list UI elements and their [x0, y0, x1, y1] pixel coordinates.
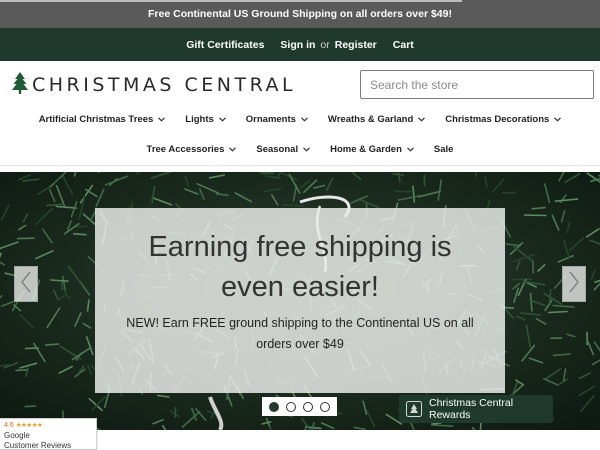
chevron-down-icon [300, 116, 308, 122]
nav-item-lights[interactable]: Lights [185, 114, 226, 125]
carousel-dot[interactable] [269, 401, 280, 412]
nav-item-label: Home & Garden [330, 143, 402, 155]
chevron-down-icon [418, 116, 426, 122]
star-rating-icon: ★★★★★ [15, 422, 43, 429]
carousel-dot[interactable] [302, 401, 313, 412]
sign-in-link[interactable]: Sign in [280, 39, 315, 51]
chevron-down-icon [303, 146, 311, 152]
chevron-down-icon [406, 146, 414, 152]
gift-certificates-link[interactable]: Gift Certificates [186, 39, 264, 51]
google-reviews-label: Customer Reviews [4, 441, 72, 450]
hero-slide-card: Earning free shipping is even easier! NE… [95, 208, 505, 393]
search-input[interactable] [360, 70, 594, 99]
tree-icon [12, 71, 28, 99]
nav-item-artificial-christmas-trees[interactable]: Artificial Christmas Trees [39, 114, 166, 125]
nav-item-label: Christmas Decorations [445, 113, 550, 125]
nav-item-wreaths-garland[interactable]: Wreaths & Garland [327, 113, 426, 125]
nav-item-label: Ornaments [245, 113, 296, 125]
google-brand: Google [4, 431, 30, 440]
main-nav-row-2: Tree Accessories Seasonal Home & Garden … [0, 139, 600, 159]
cart-link[interactable]: Cart [393, 39, 414, 51]
or-text: or [320, 38, 330, 51]
chevron-right-icon [568, 271, 580, 298]
hero-subtext: NEW! Earn FREE ground shipping to the Co… [126, 316, 474, 351]
carousel-next-button[interactable] [562, 266, 586, 302]
site-logo[interactable]: CHRISTMAS CENTRAL [12, 71, 297, 99]
header-divider [0, 165, 600, 166]
nav-item-seasonal[interactable]: Seasonal [256, 143, 311, 155]
logo-text: CHRISTMAS CENTRAL [32, 74, 297, 96]
chevron-down-icon [554, 116, 562, 122]
nav-item-tree-accessories[interactable]: Tree Accessories [147, 144, 237, 155]
carousel-dot[interactable] [319, 401, 330, 412]
nav-item-label: Tree Accessories [146, 143, 225, 155]
rewards-button[interactable]: Christmas Central Rewards [399, 395, 553, 423]
nav-item-label: Wreaths & Garland [327, 113, 414, 125]
rewards-logo-icon [406, 401, 422, 417]
nav-item-ornaments[interactable]: Ornaments [246, 114, 308, 125]
promo-bar: Free Continental US Ground Shipping on a… [0, 0, 600, 28]
chevron-down-icon [218, 116, 226, 122]
google-rating-score: 4.6 [4, 422, 14, 429]
chevron-left-icon [20, 271, 32, 298]
nav-item-label: Seasonal [256, 143, 299, 155]
nav-item-label: Sale [433, 143, 454, 155]
carousel-dot[interactable] [286, 401, 297, 412]
chevron-down-icon [158, 116, 166, 122]
nav-item-christmas-decorations[interactable]: Christmas Decorations [445, 113, 562, 125]
nav-item-label: Artificial Christmas Trees [38, 113, 154, 125]
chevron-down-icon [229, 146, 237, 152]
nav-item-sale[interactable]: Sale [434, 144, 454, 155]
nav-item-label: Lights [185, 113, 214, 125]
main-nav-row-1: Artificial Christmas Trees Lights Orname… [0, 109, 600, 129]
promo-text: Free Continental US Ground Shipping on a… [148, 8, 452, 20]
rewards-label: Christmas Central Rewards [429, 397, 514, 421]
nav-item-home-garden[interactable]: Home & Garden [330, 144, 414, 155]
carousel-dots [262, 397, 337, 416]
promo-progress-bar [0, 0, 462, 2]
account-bar: Gift Certificates Sign in or Register Ca… [0, 28, 600, 61]
google-reviews-badge[interactable]: 4.6 ★★★★★ Google Customer Reviews [0, 418, 97, 450]
register-link[interactable]: Register [335, 39, 377, 51]
carousel-prev-button[interactable] [14, 266, 38, 302]
hero-heading: Earning free shipping is even easier! [148, 231, 452, 303]
